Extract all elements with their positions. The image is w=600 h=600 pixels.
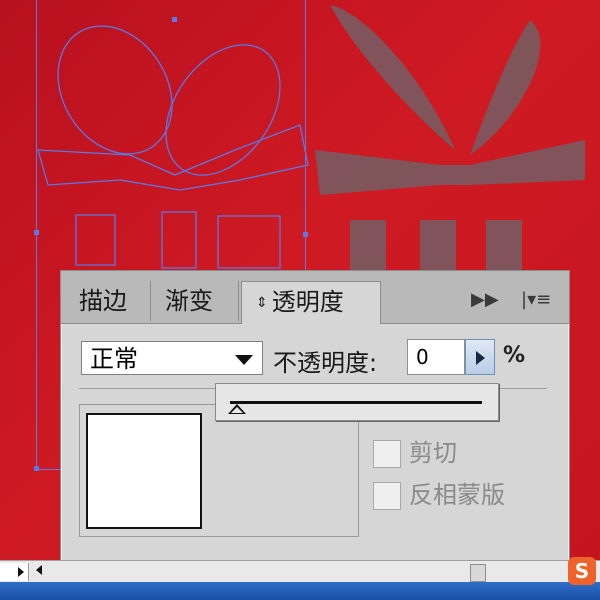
object-thumbnail[interactable]	[86, 413, 202, 529]
windows-taskbar	[0, 582, 600, 600]
opacity-slider-track[interactable]	[230, 401, 482, 404]
scroll-start-button[interactable]	[0, 563, 29, 581]
clip-option[interactable]: 剪切	[373, 436, 457, 470]
tab-gradient[interactable]: 渐变	[151, 281, 239, 321]
horizontal-scrollbar[interactable]	[0, 560, 600, 583]
tab-transparency-label: 透明度	[271, 288, 344, 316]
transparency-panel: 描边 渐变 ⇕ 透明度 ▶▶ |▾≡ 正常 不透明度: 0 % 剪切 反相蒙版	[60, 270, 570, 562]
invert-mask-option[interactable]: 反相蒙版	[373, 478, 505, 512]
ghost-gift-artwork	[315, 5, 585, 270]
opacity-slider-popup	[215, 383, 499, 421]
opacity-slider-thumb-fill	[231, 407, 243, 413]
collapse-panel-icon[interactable]: ▶▶	[471, 289, 499, 310]
panel-tab-bar: 描边 渐变 ⇕ 透明度 ▶▶ |▾≡	[61, 271, 569, 324]
outlined-gift-artwork	[37, 25, 309, 269]
percent-sign: %	[503, 343, 526, 368]
panel-menu-icon[interactable]: |▾≡	[521, 289, 551, 310]
scrollbar-thumb[interactable]	[470, 564, 486, 582]
scroll-left-arrow-icon[interactable]	[36, 565, 42, 575]
opacity-slider-toggle-button[interactable]	[465, 339, 495, 375]
invert-mask-checkbox[interactable]	[373, 482, 401, 510]
invert-mask-label: 反相蒙版	[409, 481, 505, 509]
sogou-ime-icon[interactable]: S	[568, 557, 596, 585]
triangle-right-icon	[18, 567, 24, 577]
chevron-down-icon[interactable]	[235, 355, 253, 365]
tab-collapse-arrows-icon: ⇕	[256, 295, 268, 311]
opacity-input[interactable]: 0	[407, 339, 465, 375]
tab-stroke[interactable]: 描边	[65, 281, 151, 321]
triangle-right-icon	[476, 351, 485, 365]
clip-checkbox[interactable]	[373, 440, 401, 468]
clip-label: 剪切	[409, 439, 457, 467]
thumbnail-area	[79, 404, 359, 537]
opacity-label: 不透明度:	[273, 349, 378, 377]
tab-transparency[interactable]: ⇕ 透明度	[241, 281, 381, 324]
